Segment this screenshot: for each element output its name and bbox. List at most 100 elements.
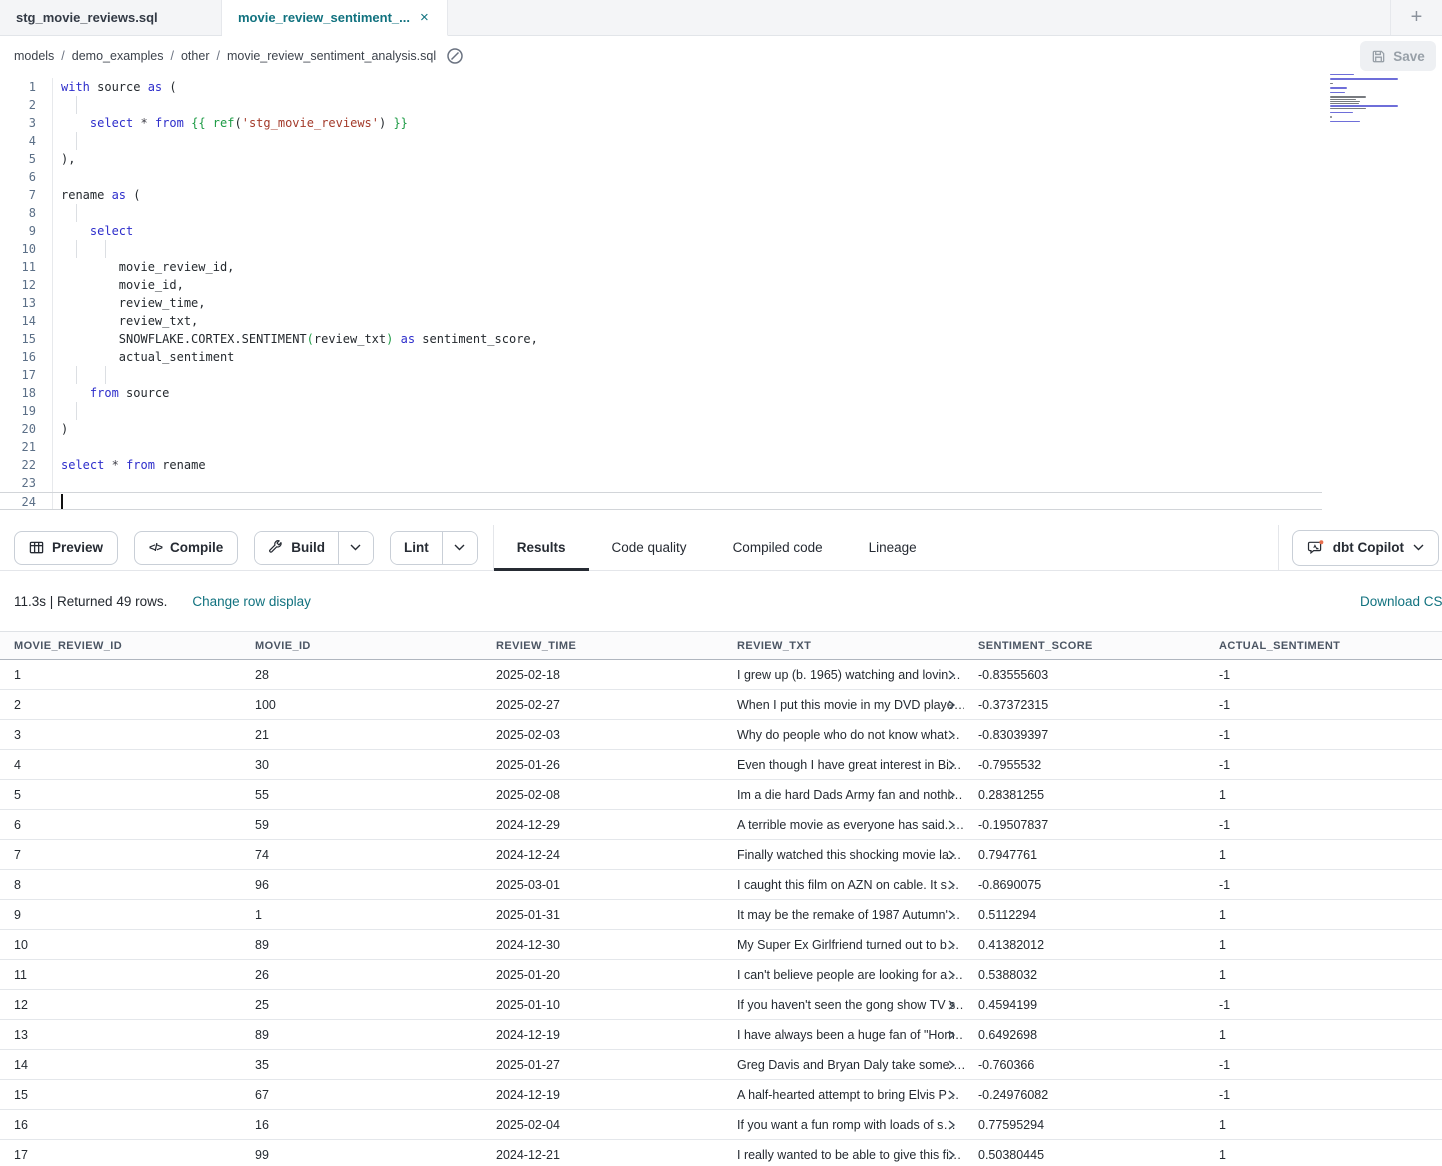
code-line-content: select [53,222,1442,240]
expand-row-icon[interactable] [947,1149,956,1160]
cell-text: 2 [14,698,21,712]
code-token [61,386,90,400]
cell-text: -1 [1219,668,1230,682]
cell-text: 59 [255,818,269,832]
cell-review-time: 2024-12-30 [482,938,723,952]
expand-row-icon[interactable] [947,1029,956,1040]
column-header: MOVIE_REVIEW_ID [0,640,241,652]
change-row-display-link[interactable]: Change row display [192,594,311,609]
table-row: 16162025-02-04If you want a fun romp wit… [0,1110,1442,1140]
expand-row-icon[interactable] [947,909,956,920]
cell-text: 7 [14,848,21,862]
line-number: 12 [0,276,36,294]
download-csv-link[interactable]: Download CSV [1360,594,1442,609]
code-line-content: actual_sentiment [53,348,1442,366]
indent-guide [76,402,77,420]
expand-row-icon[interactable] [947,1119,956,1130]
build-button[interactable]: Build [255,532,338,564]
code-line: 6 [0,168,1442,186]
cell-movie-review-id: 11 [0,968,241,982]
cell-text: 0.41382012 [978,938,1044,952]
cell-movie-id: 55 [241,788,482,802]
expand-row-icon[interactable] [947,1089,956,1100]
code-line: 2 [0,96,1442,114]
cell-movie-id: 74 [241,848,482,862]
line-number: 4 [0,132,36,150]
code-token: source [119,386,170,400]
cell-actual-sentiment: 1 [1205,1118,1442,1132]
code-token: review_time, [61,296,206,310]
build-options-button[interactable] [338,532,373,564]
indent-guide [76,96,77,114]
result-tabs: ResultsCode qualityCompiled codeLineage [494,525,940,571]
code-line-content [53,402,1442,420]
table-row: 6592024-12-29A terrible movie as everyon… [0,810,1442,840]
line-number: 7 [0,186,36,204]
expand-row-icon[interactable] [947,759,956,770]
preview-button[interactable]: Preview [14,531,118,565]
code-line: 22select * from rename [0,456,1442,474]
close-icon[interactable]: × [420,9,429,26]
gutter-border [36,258,53,276]
tab-movie-review-sentiment[interactable]: movie_review_sentiment_... × [222,0,448,36]
cell-text: -0.83555603 [978,668,1048,682]
tab-results[interactable]: Results [494,525,589,571]
editor-minimap[interactable] [1330,74,1402,128]
expand-row-icon[interactable] [947,729,956,740]
tab-code-quality[interactable]: Code quality [589,525,710,571]
expand-row-icon[interactable] [947,699,956,710]
expand-row-icon[interactable] [947,969,956,980]
cell-text: 1 [1219,788,1226,802]
cell-review-txt: Why do people who do not know what… [723,728,964,742]
chevron-down-icon [350,544,361,551]
cell-text: 3 [14,728,21,742]
column-header: ACTUAL_SENTIMENT [1205,640,1442,652]
dbt-copilot-button[interactable]: dbt Copilot [1292,530,1439,566]
table-row: 1282025-02-18I grew up (b. 1965) watchin… [0,660,1442,690]
code-line: 4 [0,132,1442,150]
cell-text: -0.8690075 [978,878,1041,892]
table-row: 14352025-01-27Greg Davis and Bryan Daly … [0,1050,1442,1080]
expand-row-icon[interactable] [947,939,956,950]
code-token: }} [386,116,408,130]
expand-row-icon[interactable] [947,669,956,680]
expand-row-icon[interactable] [947,999,956,1010]
breadcrumb-segment[interactable]: models [14,49,54,63]
code-token: * [112,458,119,472]
lint-options-button[interactable] [442,532,477,564]
expand-row-icon[interactable] [947,789,956,800]
breadcrumb-segment[interactable]: other [181,49,210,63]
tab-compiled-code[interactable]: Compiled code [710,525,846,571]
new-tab-button[interactable]: + [1390,0,1442,35]
cell-movie-review-id: 10 [0,938,241,952]
circle-slash-icon[interactable] [446,47,464,65]
minimap-line [1330,121,1360,122]
tab-label: stg_movie_reviews.sql [16,10,158,25]
code-token [119,458,126,472]
gutter-border [36,150,53,168]
cell-text: -0.19507837 [978,818,1048,832]
code-line: 14 review_txt, [0,312,1442,330]
breadcrumb-segment[interactable]: demo_examples [72,49,164,63]
expand-row-icon[interactable] [947,819,956,830]
sql-code-editor[interactable]: 1with source as (23 select * from {{ ref… [0,76,1442,525]
cell-text: I have always been a huge fan of "Hom… [737,1028,964,1042]
cell-text: 67 [255,1088,269,1102]
lint-button[interactable]: Lint [391,532,442,564]
cell-text: 2025-01-27 [496,1058,560,1072]
minimap-line [1330,108,1366,109]
tab-stg-movie-reviews[interactable]: stg_movie_reviews.sql [0,0,222,35]
editor-toolbar: Preview </> Compile Build Lint ResultsCo… [0,525,1442,571]
expand-row-icon[interactable] [947,849,956,860]
expand-row-icon[interactable] [947,1059,956,1070]
indent-guide [105,240,106,258]
gutter-border [36,438,53,456]
tab-lineage[interactable]: Lineage [846,525,940,571]
breadcrumb-segment[interactable]: movie_review_sentiment_analysis.sql [227,49,436,63]
save-button[interactable]: Save [1360,41,1436,71]
compile-button[interactable]: </> Compile [134,531,238,565]
expand-row-icon[interactable] [947,879,956,890]
code-icon: </> [149,542,162,554]
results-table: MOVIE_REVIEW_IDMOVIE_IDREVIEW_TIMEREVIEW… [0,631,1442,1166]
cell-movie-id: 35 [241,1058,482,1072]
